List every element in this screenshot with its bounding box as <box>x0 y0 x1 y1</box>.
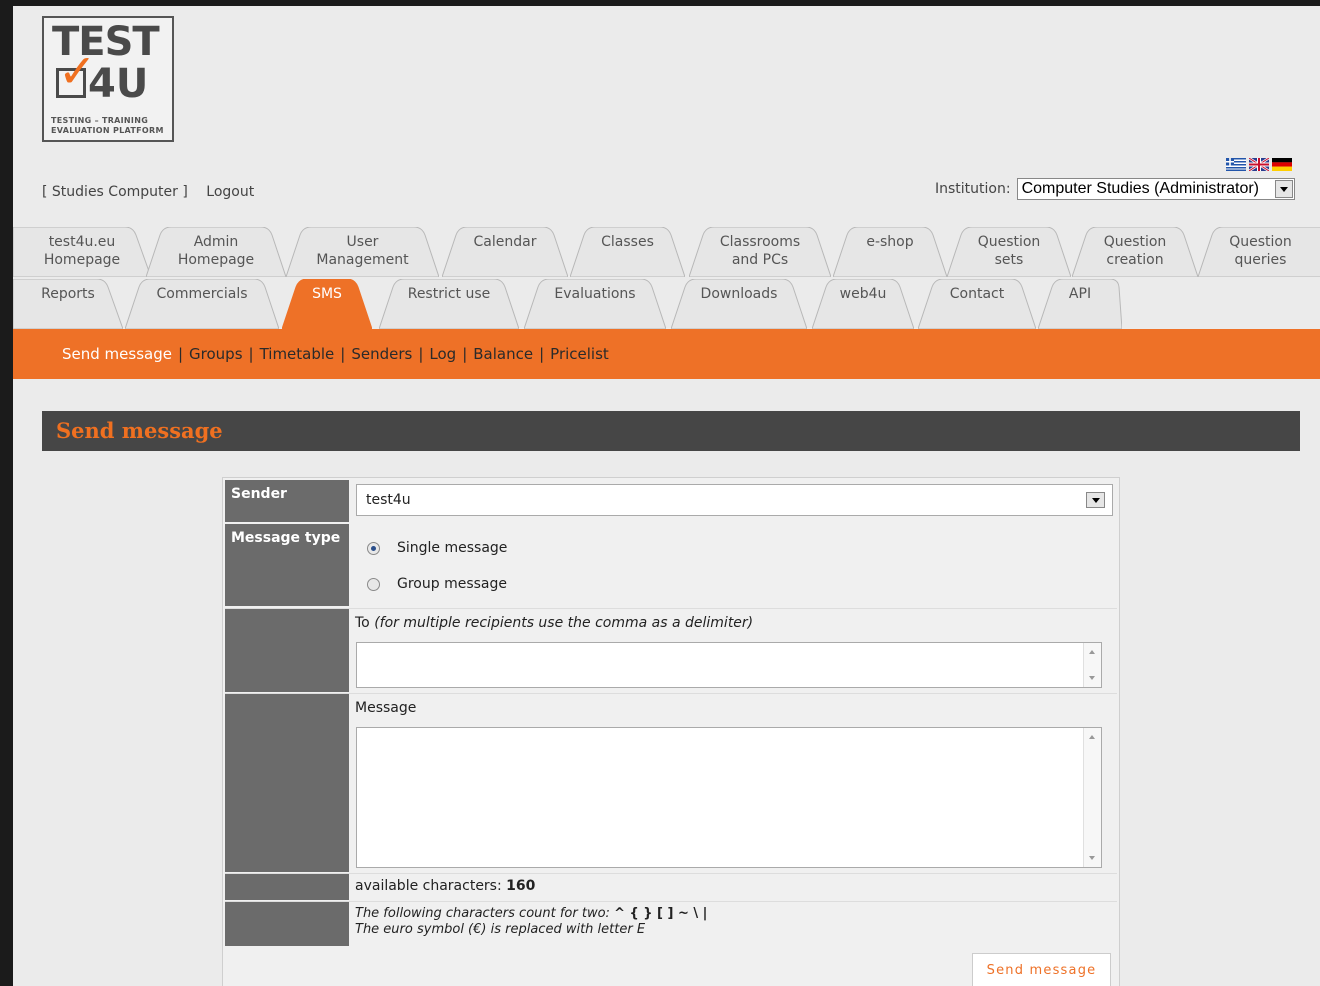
available-characters-count: 160 <box>506 878 536 894</box>
available-characters-row: available characters: 160 <box>225 873 1117 900</box>
single-message-label: Single message <box>397 540 508 556</box>
tab-web4u[interactable]: web4u <box>812 279 914 329</box>
tab-classrooms-and-pcs[interactable]: Classrooms and PCs <box>689 227 831 277</box>
to-hint: (for multiple recipients use the comma a… <box>374 615 754 631</box>
test4u-logo[interactable]: TEST ✓ 4U TESTING – TRAINING EVALUATION … <box>42 16 174 142</box>
chevron-down-icon[interactable] <box>1086 492 1105 508</box>
logo-text-4u: 4U <box>88 61 149 107</box>
institution-label: Institution: <box>935 181 1011 197</box>
send-message-form: Sender test4u Message type Single messag… <box>222 477 1120 986</box>
message-row: Message <box>225 693 1117 872</box>
subnav-groups[interactable]: Groups <box>189 345 242 363</box>
top-links: [ Studies Computer ] Logout <box>42 184 268 200</box>
tab-evaluations[interactable]: Evaluations <box>524 279 666 329</box>
message-type-row: Message type Single message Group messag… <box>225 524 1117 606</box>
radio-selected-icon <box>367 541 380 555</box>
message-type-label: Message type <box>225 524 349 606</box>
studies-link[interactable]: [ Studies Computer ] <box>42 184 188 200</box>
sms-subnav: Send message | Groups | Timetable | Senders… <box>13 329 1320 379</box>
tab-reports[interactable]: Reports <box>13 279 123 329</box>
available-characters-label: available characters: <box>355 878 502 894</box>
single-message-radio[interactable]: Single message <box>367 540 507 556</box>
subnav-timetable[interactable]: Timetable <box>260 345 335 363</box>
note-special-chars: ^ { } [ ] ~ \ | <box>614 906 708 921</box>
tab-e-shop[interactable]: e-shop <box>833 227 947 277</box>
scrollbar[interactable] <box>1083 728 1101 867</box>
logo-tagline: TESTING – TRAINING EVALUATION PLATFORM <box>51 116 164 135</box>
to-input[interactable] <box>356 642 1102 688</box>
subnav-pricelist[interactable]: Pricelist <box>550 345 609 363</box>
tab-row-1: test4u.eu Homepage Admin Homepage User Mana… <box>13 227 1320 277</box>
sender-label: Sender <box>225 480 349 522</box>
to-label: To <box>355 615 370 631</box>
subnav-senders[interactable]: Senders <box>351 345 412 363</box>
tab-classes[interactable]: Classes <box>570 227 685 277</box>
note-line-1: The following characters count for two: <box>355 906 610 921</box>
logout-link[interactable]: Logout <box>206 184 254 200</box>
tab-row-2: Reports Commercials SMS Restrict use Eva… <box>13 279 1320 329</box>
subnav-log[interactable]: Log <box>429 345 456 363</box>
message-textarea[interactable] <box>356 727 1102 868</box>
institution-value: Computer Studies (Administrator) <box>1021 180 1259 197</box>
sender-dropdown[interactable]: test4u <box>356 484 1113 516</box>
tab-question-sets[interactable]: Question sets <box>947 227 1071 277</box>
page: TEST ✓ 4U TESTING – TRAINING EVALUATION … <box>13 6 1320 986</box>
tab-question-creation[interactable]: Question creation <box>1072 227 1198 277</box>
tab-user-management[interactable]: User Management <box>286 227 439 277</box>
sender-value: test4u <box>366 492 411 508</box>
institution-selector: Institution: Computer Studies (Administr… <box>935 178 1295 200</box>
institution-dropdown[interactable]: Computer Studies (Administrator) <box>1016 178 1295 200</box>
greek-flag-icon[interactable] <box>1226 158 1246 171</box>
note-line-2: The euro symbol (€) is replaced with let… <box>355 922 646 937</box>
uk-flag-icon[interactable] <box>1249 158 1269 171</box>
chevron-down-icon[interactable] <box>1274 180 1293 198</box>
scrollbar[interactable] <box>1083 643 1101 687</box>
page-title: Send message <box>42 411 1300 451</box>
tab-commercials[interactable]: Commercials <box>125 279 279 329</box>
tab-api[interactable]: API <box>1038 279 1122 329</box>
to-row: To (for multiple recipients use the comm… <box>225 608 1117 692</box>
language-selector <box>1226 158 1292 171</box>
send-message-button[interactable]: Send message <box>972 953 1111 986</box>
radio-unselected-icon <box>367 577 380 591</box>
group-message-radio[interactable]: Group message <box>367 576 507 592</box>
german-flag-icon[interactable] <box>1272 158 1292 171</box>
notes-row: The following characters count for two: … <box>225 901 1117 946</box>
tab-test4u-homepage[interactable]: test4u.eu Homepage <box>13 227 151 277</box>
tab-calendar[interactable]: Calendar <box>442 227 568 277</box>
tab-restrict-use[interactable]: Restrict use <box>379 279 519 329</box>
tab-sms[interactable]: SMS <box>282 279 372 329</box>
tab-contact[interactable]: Contact <box>918 279 1036 329</box>
subnav-balance[interactable]: Balance <box>473 345 533 363</box>
group-message-label: Group message <box>397 576 507 592</box>
tab-downloads[interactable]: Downloads <box>671 279 807 329</box>
tab-question-queries[interactable]: Question queries <box>1198 227 1320 277</box>
sender-row: Sender test4u <box>225 480 1117 522</box>
tab-admin-homepage[interactable]: Admin Homepage <box>146 227 286 277</box>
message-label: Message <box>355 700 417 716</box>
subnav-send-message[interactable]: Send message <box>62 345 172 363</box>
